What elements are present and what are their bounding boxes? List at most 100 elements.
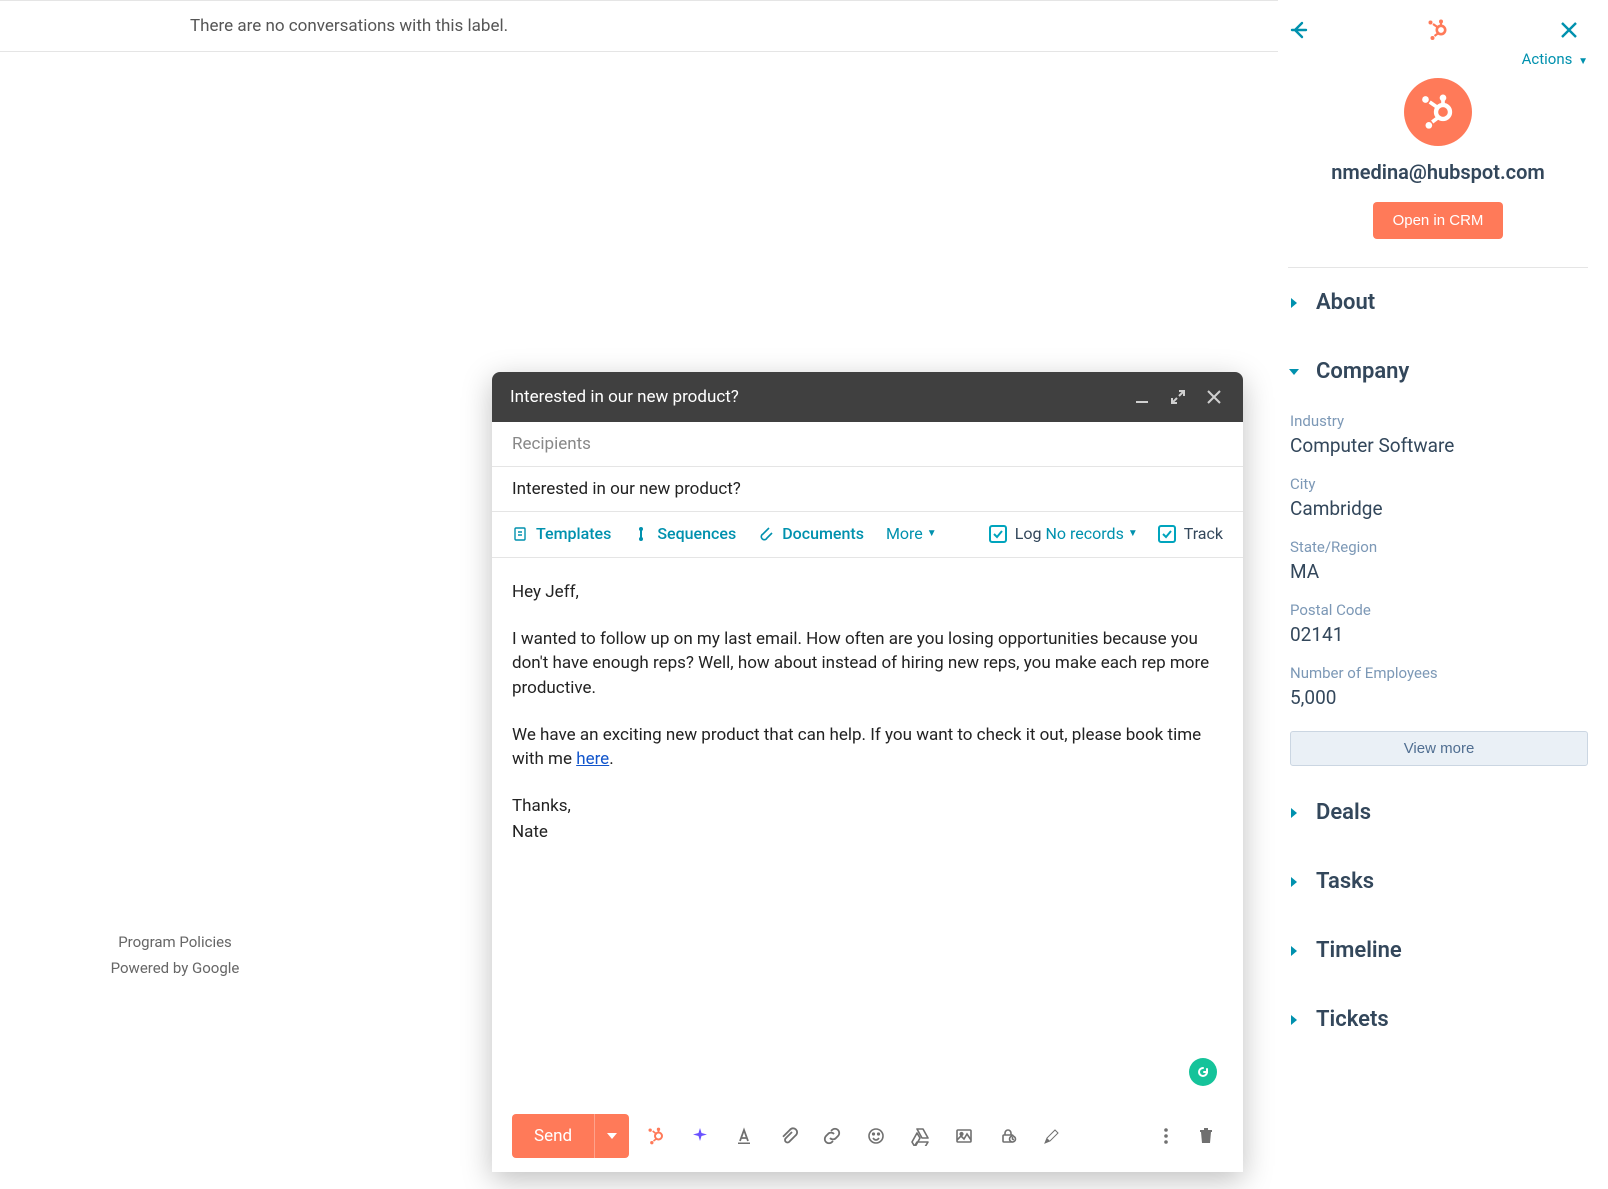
chevron-right-icon (1288, 876, 1306, 888)
body-paragraph-1: I wanted to follow up on my last email. … (512, 627, 1223, 701)
attach-icon[interactable] (771, 1119, 805, 1153)
actions-label: Actions (1522, 50, 1573, 68)
chevron-right-icon (1288, 807, 1306, 819)
more-dropdown[interactable]: More ▼ (886, 524, 937, 543)
footer-powered-by: Powered by Google (0, 956, 350, 982)
text-format-icon[interactable] (727, 1119, 761, 1153)
sequences-button[interactable]: Sequences (633, 524, 736, 543)
section-about[interactable]: About (1288, 268, 1588, 337)
link-icon[interactable] (815, 1119, 849, 1153)
drive-icon[interactable] (903, 1119, 937, 1153)
documents-icon (758, 526, 774, 542)
track-toggle-group: Track (1158, 524, 1223, 543)
section-tasks[interactable]: Tasks (1288, 847, 1588, 916)
hubspot-logo-icon (1316, 18, 1560, 42)
chevron-down-icon (1288, 366, 1306, 378)
log-toggle-group: Log No records ▼ (989, 524, 1140, 543)
send-dropdown[interactable] (594, 1114, 629, 1158)
section-company-body: Industry Computer Software City Cambridg… (1288, 412, 1588, 778)
open-in-crm-button[interactable]: Open in CRM (1373, 202, 1504, 239)
compose-header: Interested in our new product? (492, 372, 1243, 422)
section-tasks-title: Tasks (1316, 869, 1374, 894)
sidebar-top (1288, 18, 1588, 42)
section-about-title: About (1316, 290, 1375, 315)
industry-value: Computer Software (1290, 434, 1588, 457)
caret-down-icon: ▼ (927, 528, 937, 539)
pen-icon[interactable] (1035, 1119, 1069, 1153)
log-records-dropdown[interactable]: No records ▼ (1046, 524, 1138, 543)
documents-label: Documents (782, 524, 864, 543)
send-button-group: Send (512, 1114, 629, 1158)
body-paragraph-2: We have an exciting new product that can… (512, 723, 1223, 772)
section-deals-title: Deals (1316, 800, 1371, 825)
state-label: State/Region (1290, 538, 1588, 556)
subject-field[interactable]: Interested in our new product? (492, 467, 1243, 512)
body-signature: Nate (512, 820, 1223, 845)
templates-label: Templates (536, 524, 611, 543)
caret-down-icon: ▼ (1578, 56, 1588, 67)
sequences-icon (633, 526, 649, 542)
documents-button[interactable]: Documents (758, 524, 864, 543)
log-records-label: No records (1046, 524, 1124, 543)
section-timeline[interactable]: Timeline (1288, 916, 1588, 985)
chevron-right-icon (1288, 297, 1306, 309)
empty-message: There are no conversations with this lab… (190, 16, 508, 36)
send-button[interactable]: Send (512, 1114, 594, 1158)
log-label: Log (1015, 524, 1042, 543)
employees-label: Number of Employees (1290, 664, 1588, 682)
track-label: Track (1184, 524, 1223, 543)
section-deals[interactable]: Deals (1288, 778, 1588, 847)
section-timeline-title: Timeline (1316, 938, 1402, 963)
compose-hubspot-toolbar: Templates Sequences Documents More ▼ Log (492, 512, 1243, 558)
templates-button[interactable]: Templates (512, 524, 611, 543)
state-value: MA (1290, 560, 1588, 583)
more-options-icon[interactable] (1149, 1119, 1183, 1153)
minimize-icon[interactable] (1131, 386, 1153, 408)
close-icon[interactable] (1203, 386, 1225, 408)
recipients-field[interactable]: Recipients (492, 422, 1243, 467)
hubspot-icon[interactable] (639, 1119, 673, 1153)
postal-value: 02141 (1290, 623, 1588, 646)
city-label: City (1290, 475, 1588, 493)
log-checkbox[interactable] (989, 525, 1007, 543)
section-company-title: Company (1316, 359, 1409, 384)
meeting-link[interactable]: here (576, 749, 609, 769)
body-signoff: Thanks, (512, 794, 1223, 819)
city-value: Cambridge (1290, 497, 1588, 520)
section-company[interactable]: Company (1288, 337, 1588, 406)
emoji-icon[interactable] (859, 1119, 893, 1153)
templates-icon (512, 526, 528, 542)
body-p2-b: . (609, 749, 613, 769)
gmail-footer: Program Policies Powered by Google (0, 930, 350, 981)
trash-icon[interactable] (1189, 1119, 1223, 1153)
actions-dropdown[interactable]: Actions ▼ (1288, 50, 1588, 68)
track-checkbox[interactable] (1158, 525, 1176, 543)
compose-window: Interested in our new product? Recipient… (492, 372, 1243, 1172)
employees-value: 5,000 (1290, 686, 1588, 709)
section-tickets-title: Tickets (1316, 1007, 1389, 1032)
section-tickets[interactable]: Tickets (1288, 985, 1588, 1054)
confidential-icon[interactable] (991, 1119, 1025, 1153)
footer-program-policies[interactable]: Program Policies (0, 930, 350, 956)
chevron-right-icon (1288, 945, 1306, 957)
compose-title: Interested in our new product? (510, 387, 1117, 407)
fullscreen-icon[interactable] (1167, 386, 1189, 408)
view-more-button[interactable]: View more (1290, 731, 1588, 766)
image-icon[interactable] (947, 1119, 981, 1153)
compose-body[interactable]: Hey Jeff, I wanted to follow up on my la… (492, 558, 1243, 1100)
compose-footer: Send (492, 1100, 1243, 1172)
contact-avatar (1404, 78, 1472, 146)
caret-down-icon: ▼ (1128, 528, 1138, 539)
postal-label: Postal Code (1290, 601, 1588, 619)
back-icon[interactable] (1288, 19, 1316, 41)
subject-value: Interested in our new product? (512, 479, 741, 499)
body-greeting: Hey Jeff, (512, 580, 1223, 605)
chevron-right-icon (1288, 1014, 1306, 1026)
recipients-placeholder: Recipients (512, 434, 591, 454)
body-p2-a: We have an exciting new product that can… (512, 725, 1201, 770)
contact-email: nmedina@hubspot.com (1288, 160, 1588, 184)
grammarly-icon[interactable] (1189, 1058, 1217, 1086)
more-label: More (886, 524, 923, 543)
close-sidebar-icon[interactable] (1560, 21, 1588, 39)
sparkle-icon[interactable] (683, 1119, 717, 1153)
